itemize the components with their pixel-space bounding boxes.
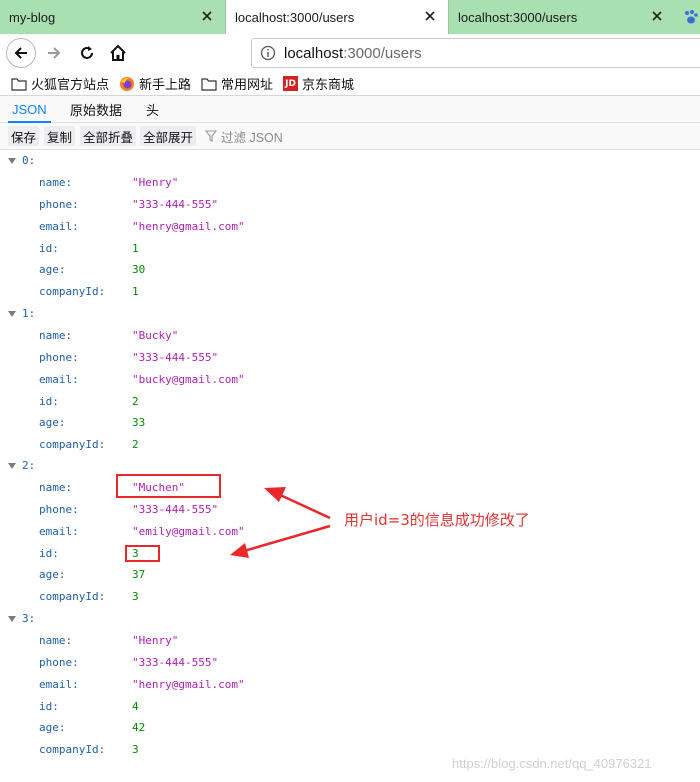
annotation-text: 用户id=3的信息成功修改了	[344, 511, 530, 529]
annotation-arrows	[230, 487, 331, 558]
watermark: https://blog.csdn.net/qq_40976321	[452, 756, 652, 771]
